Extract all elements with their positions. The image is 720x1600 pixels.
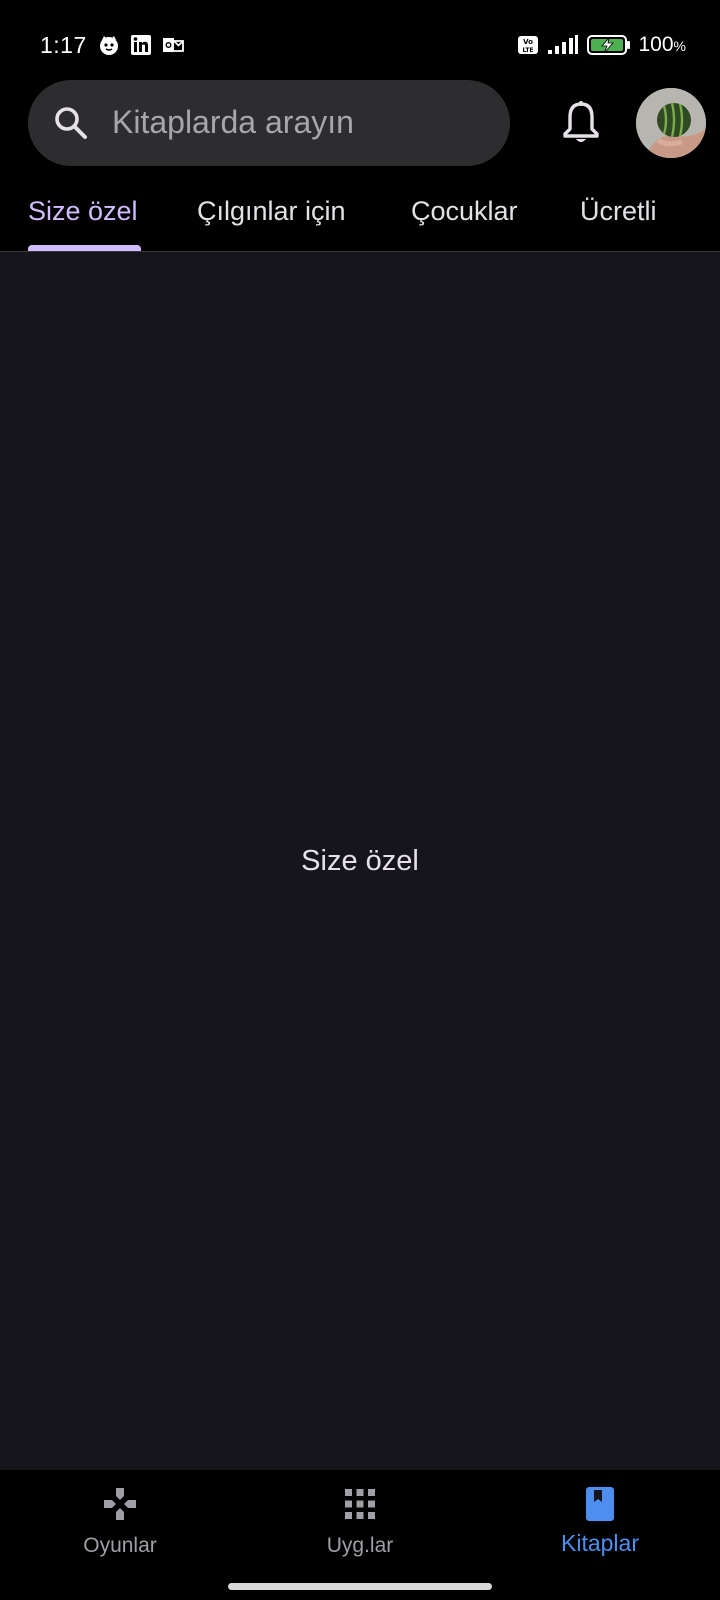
status-right: Vo LTE 100% xyxy=(517,33,687,57)
home-indicator[interactable] xyxy=(228,1583,492,1590)
svg-text:LTE: LTE xyxy=(522,47,533,54)
nav-label-kitaplar: Kitaplar xyxy=(561,1530,639,1556)
book-icon xyxy=(586,1487,614,1521)
nav-label-uygulamalar: Uyg.lar xyxy=(326,1534,394,1557)
svg-text:Vo: Vo xyxy=(523,38,533,46)
volte-icon: Vo LTE xyxy=(517,36,538,54)
tab-indicator xyxy=(28,245,141,251)
search-icon xyxy=(55,107,87,139)
nav-item-uygulamalar[interactable]: Uyg.lar xyxy=(240,1470,480,1570)
search-placeholder: Kitaplarda arayın xyxy=(112,104,354,140)
search-bar[interactable]: Kitaplarda arayın xyxy=(28,80,510,166)
content-label: Size özel xyxy=(301,845,419,877)
signal-icon xyxy=(547,35,578,54)
tab-ucretli[interactable]: Ücretli xyxy=(580,196,657,227)
notification-icons xyxy=(98,34,184,56)
apps-grid-icon xyxy=(345,1489,375,1519)
nav-item-oyunlar[interactable]: Oyunlar xyxy=(0,1470,240,1570)
linkedin-icon xyxy=(131,35,151,55)
cat-app-icon xyxy=(100,36,118,55)
nav-label-oyunlar: Oyunlar xyxy=(83,1534,157,1557)
avatar[interactable] xyxy=(636,88,706,158)
status-bar: 1:17 Vo LTE 100% xyxy=(0,0,720,80)
status-time: 1:17 xyxy=(40,32,87,58)
avatar-image xyxy=(636,88,706,158)
bell-icon[interactable] xyxy=(560,100,602,146)
tab-cilginlar-icin[interactable]: Çılgınlar için xyxy=(197,196,346,227)
battery-percent: 100% xyxy=(638,33,687,56)
tab-bar: Size özel Çılgınlar için Çocuklar Ücretl… xyxy=(0,188,720,252)
screen: 1:17 Vo LTE 100% Kitaplarda arayın Size … xyxy=(0,0,720,1600)
tab-size-ozel[interactable]: Size özel xyxy=(28,196,138,227)
battery-icon xyxy=(586,35,630,55)
outlook-icon xyxy=(163,38,184,52)
tab-cocuklar[interactable]: Çocuklar xyxy=(411,196,518,227)
gamepad-icon xyxy=(104,1488,136,1520)
bottom-nav: Oyunlar Uyg.lar Kitaplar xyxy=(0,1470,720,1600)
nav-item-kitaplar[interactable]: Kitaplar xyxy=(480,1470,720,1570)
header: Kitaplarda arayın Size özel Çılgınlar iç… xyxy=(0,80,720,252)
